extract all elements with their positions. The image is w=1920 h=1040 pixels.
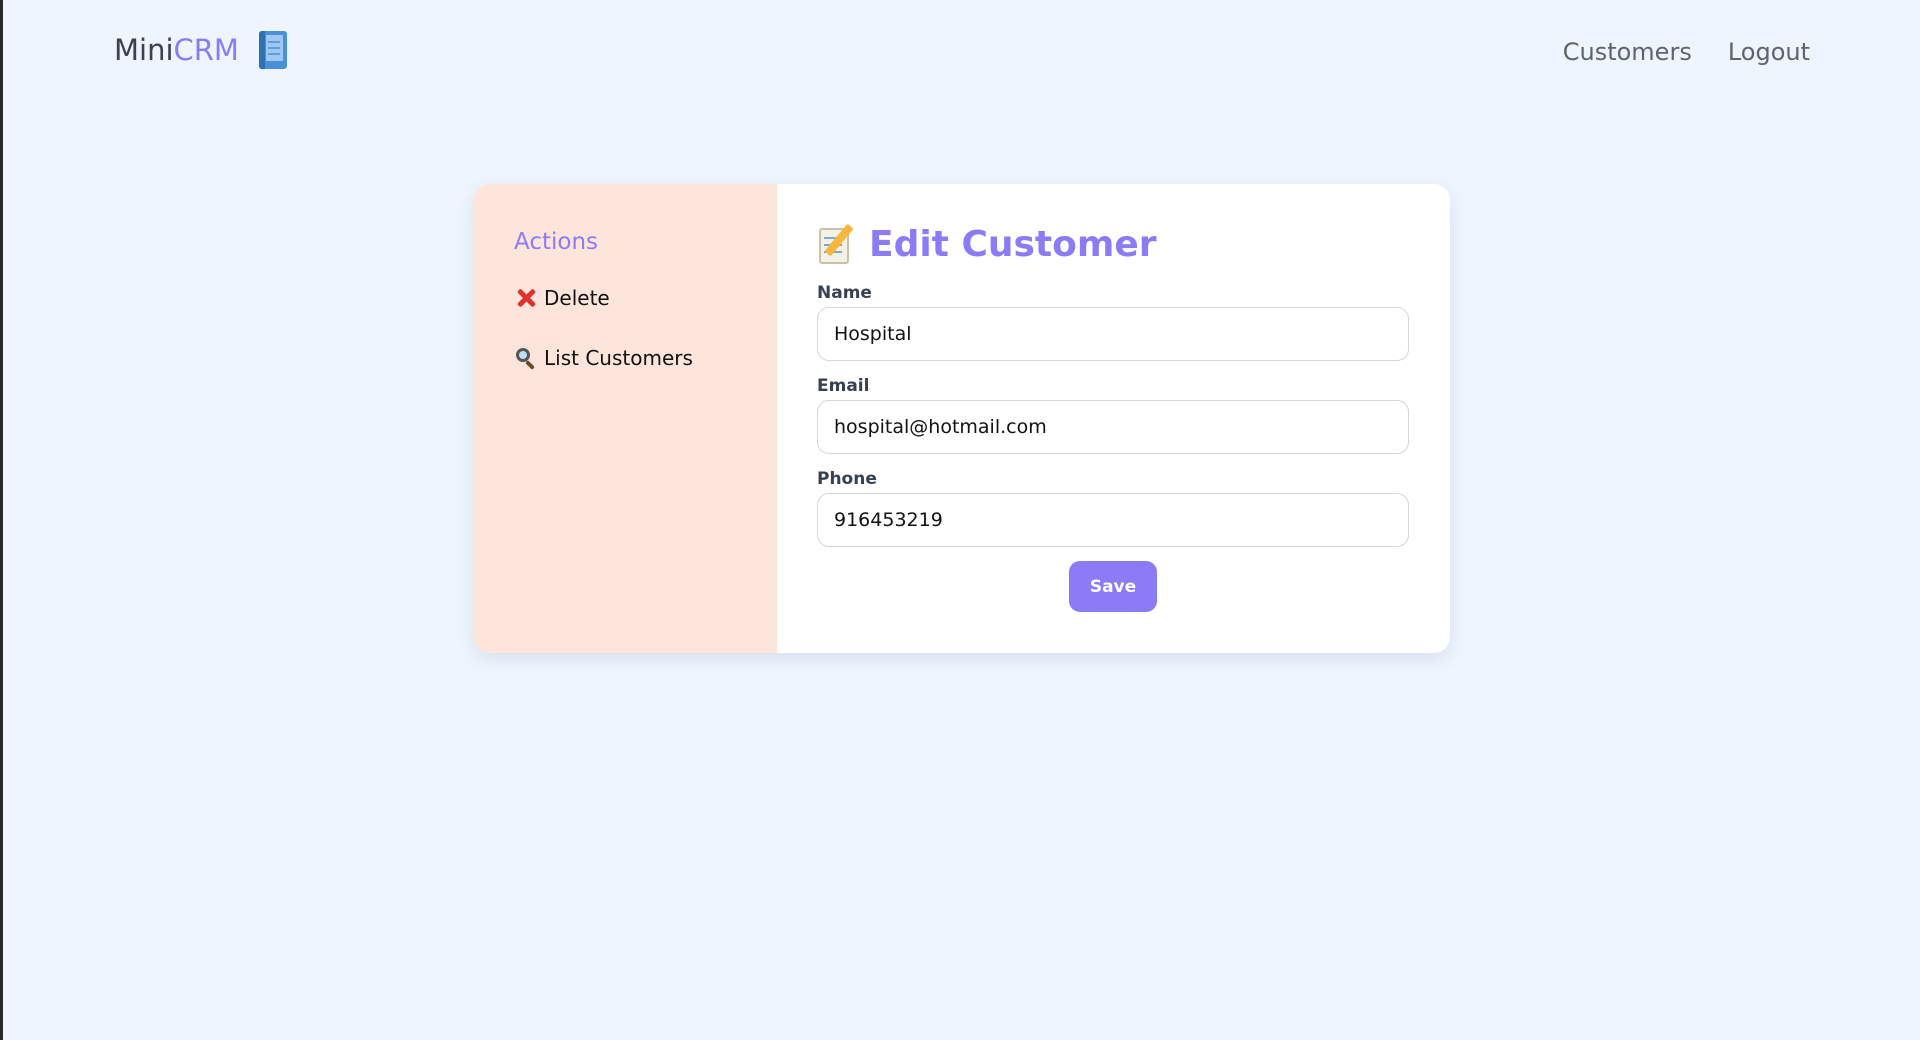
magnifier-icon [514, 346, 538, 370]
main-nav: Customers Logout [1563, 36, 1920, 68]
list-customers-link[interactable]: List Customers [514, 344, 737, 372]
list-customers-link-label: List Customers [544, 346, 693, 370]
page-title: Edit Customer [869, 224, 1157, 265]
phone-label: Phone [817, 469, 877, 489]
edit-form-section: Edit Customer Name Email Phone Save [777, 184, 1450, 653]
save-button[interactable]: Save [1069, 561, 1157, 612]
edit-customer-form: Name Email Phone Save [817, 282, 1410, 612]
brand-text-mini: Mini [114, 33, 174, 67]
edit-customer-card: Actions Delete List Customers Edit Custo… [474, 184, 1450, 653]
actions-heading: Actions [514, 229, 599, 255]
notebook-icon [257, 31, 289, 69]
brand-logo[interactable]: Mini CRM [114, 30, 289, 70]
window-edge [0, 0, 3, 1040]
email-input[interactable] [817, 400, 1409, 454]
phone-input[interactable] [817, 493, 1409, 547]
email-label: Email [817, 376, 870, 396]
top-navbar: Mini CRM Customers Logout [0, 0, 1920, 104]
cross-mark-icon [514, 286, 538, 310]
save-row: Save [817, 561, 1409, 612]
actions-sidebar: Actions Delete List Customers [474, 184, 777, 653]
name-label: Name [817, 283, 872, 303]
delete-link[interactable]: Delete [514, 284, 737, 312]
page-title-row: Edit Customer [817, 220, 1410, 270]
delete-link-label: Delete [544, 286, 610, 310]
nav-link-logout[interactable]: Logout [1728, 36, 1810, 68]
nav-link-customers[interactable]: Customers [1563, 36, 1692, 68]
name-input[interactable] [817, 307, 1409, 361]
memo-icon [817, 223, 857, 266]
brand-text-crm: CRM [173, 33, 239, 67]
